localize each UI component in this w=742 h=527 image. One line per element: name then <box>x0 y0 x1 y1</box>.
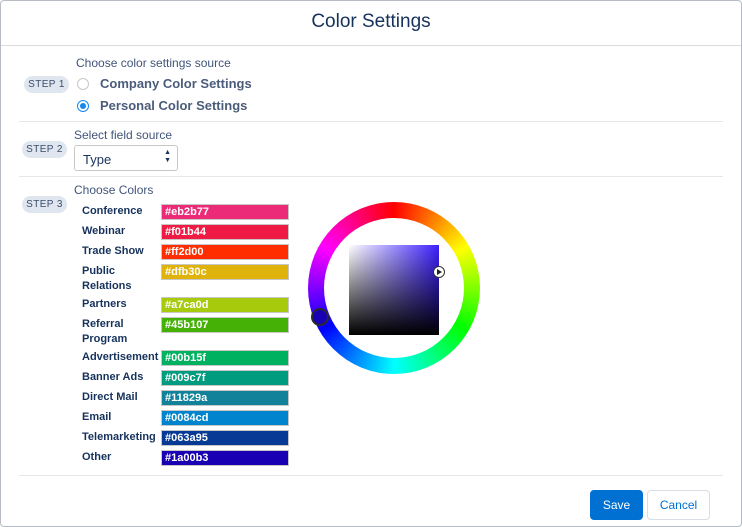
color-hex-input[interactable]: #0084cd <box>161 410 289 426</box>
color-hex-input[interactable]: #45b107 <box>161 317 289 333</box>
divider <box>19 475 723 476</box>
step1-badge: STEP 1 <box>24 76 69 93</box>
color-hex-input[interactable]: #11829a <box>161 390 289 406</box>
hue-handle[interactable] <box>311 308 329 326</box>
radio-label-personal: Personal Color Settings <box>100 98 248 113</box>
color-label: Partners <box>82 298 127 310</box>
color-settings-dialog: Color Settings Choose color settings sou… <box>0 0 742 527</box>
radio-personal-color-settings[interactable]: Personal Color Settings <box>77 98 247 113</box>
color-picker[interactable] <box>308 202 480 374</box>
color-hex-input[interactable]: #009c7f <box>161 370 289 386</box>
color-label: Referral Program <box>82 318 128 345</box>
color-label: Telemarketing <box>82 431 156 443</box>
step2-badge: STEP 2 <box>22 141 67 158</box>
divider <box>19 121 723 122</box>
step2-heading: Select field source <box>74 128 173 142</box>
color-hex-input[interactable]: #063a95 <box>161 430 289 446</box>
color-hex-input[interactable]: #f01b44 <box>161 224 289 240</box>
saturation-value-square[interactable] <box>349 245 439 335</box>
cancel-button[interactable]: Cancel <box>647 490 710 520</box>
field-source-select-value: Type <box>83 152 112 167</box>
color-label: Conference <box>82 205 143 217</box>
color-hex-input[interactable]: #dfb30c <box>161 264 289 280</box>
color-label: Trade Show <box>82 245 144 257</box>
color-hex-input[interactable]: #eb2b77 <box>161 204 289 220</box>
field-source-select[interactable]: Type ▲ ▼ <box>74 145 178 171</box>
color-label: Webinar <box>82 225 126 237</box>
radio-company-color-settings[interactable]: Company Color Settings <box>77 76 252 91</box>
divider <box>19 176 723 177</box>
radio-button-checked[interactable] <box>77 99 89 112</box>
radio-button-unchecked[interactable] <box>77 77 89 90</box>
color-label: Banner Ads <box>82 371 144 383</box>
color-label: Advertisement <box>82 351 159 363</box>
color-label: Public Relations <box>82 265 132 292</box>
color-label: Direct Mail <box>82 391 138 403</box>
color-hex-input[interactable]: #a7ca0d <box>161 297 289 313</box>
step1-heading: Choose color settings source <box>76 56 231 70</box>
dialog-header: Color Settings <box>1 1 741 46</box>
saturation-value-handle[interactable] <box>433 266 445 278</box>
save-button[interactable]: Save <box>590 490 643 520</box>
color-label: Email <box>82 411 112 423</box>
radio-label-company: Company Color Settings <box>100 76 252 91</box>
select-updown-icon: ▲ ▼ <box>164 149 171 164</box>
color-hex-input[interactable]: #1a00b3 <box>161 450 289 466</box>
color-hex-input[interactable]: #ff2d00 <box>161 244 289 260</box>
color-label: Other <box>82 451 112 463</box>
step3-badge: STEP 3 <box>22 196 67 213</box>
step3-heading: Choose Colors <box>74 183 154 197</box>
color-hex-input[interactable]: #00b15f <box>161 350 289 366</box>
dialog-title: Color Settings <box>311 11 431 32</box>
